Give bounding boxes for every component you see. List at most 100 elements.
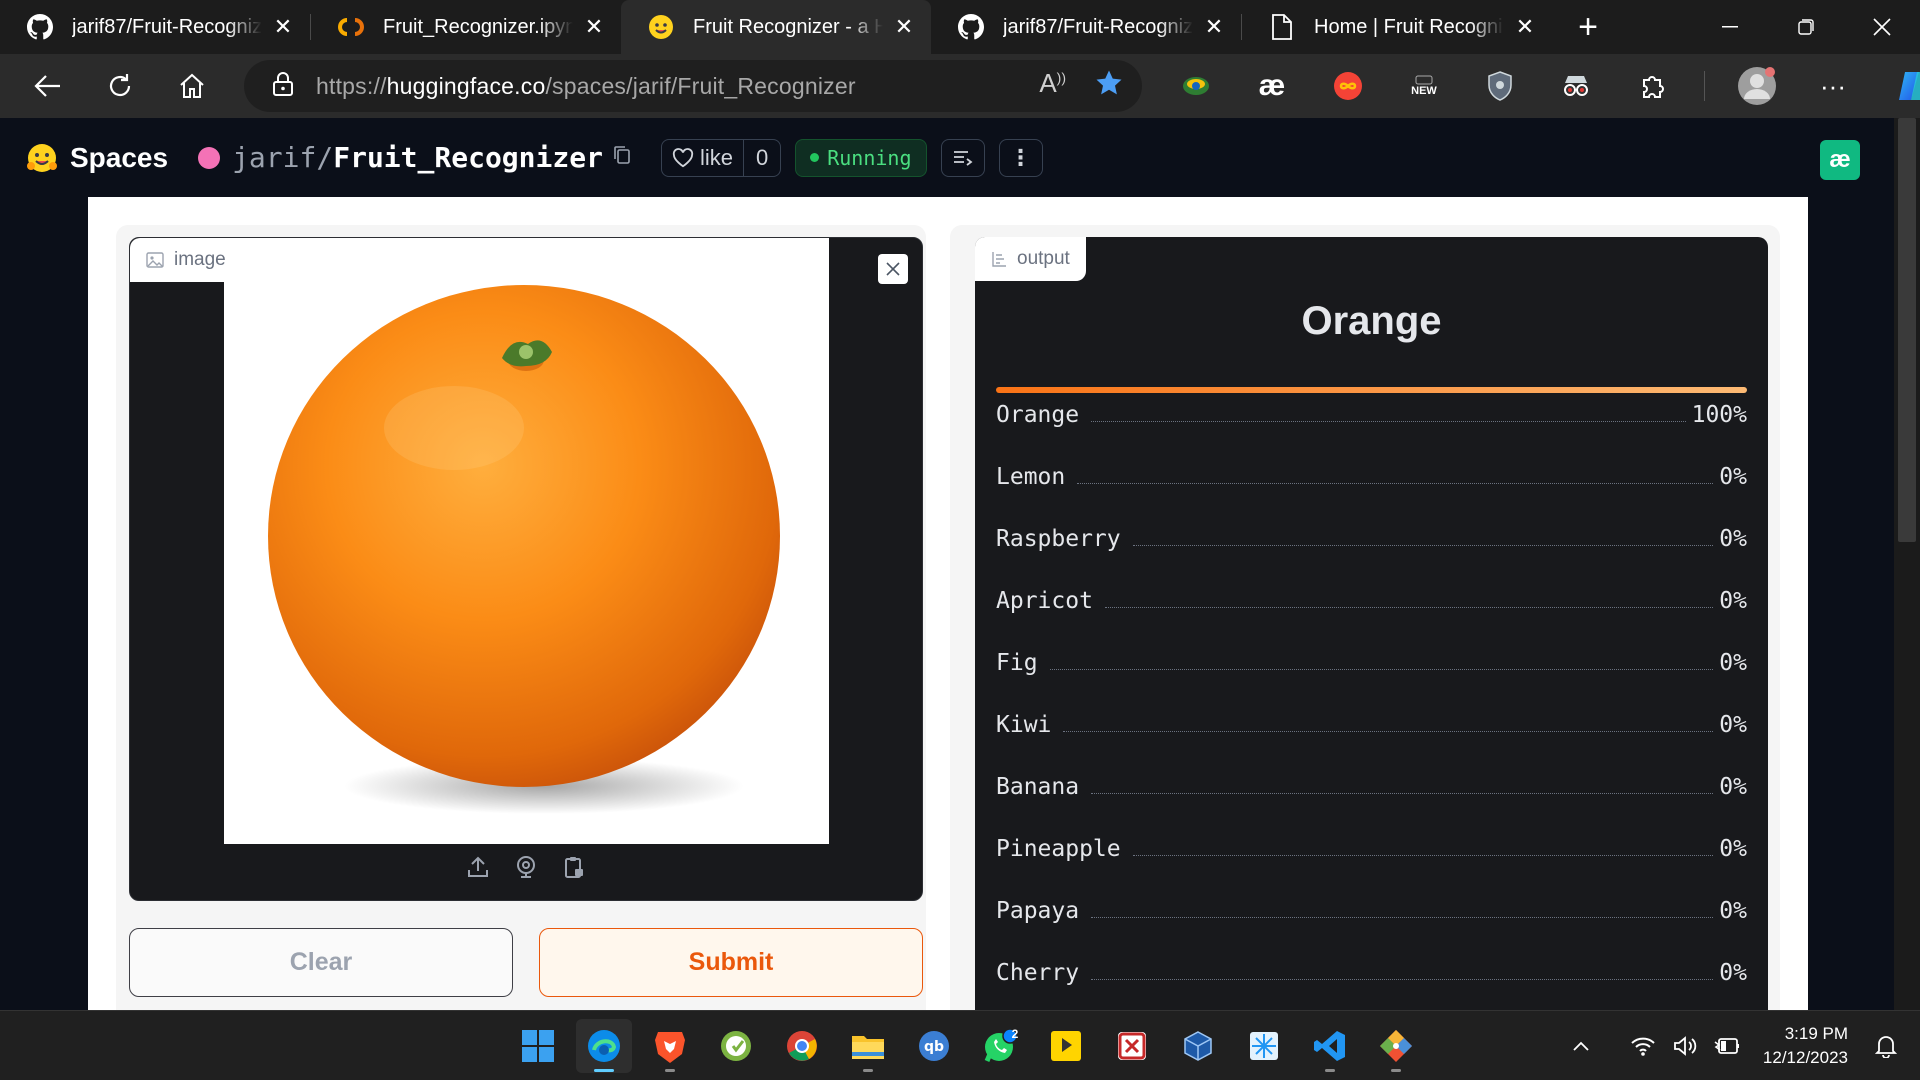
top-prediction: Orange — [1301, 299, 1442, 343]
image-source-toolbar — [130, 854, 922, 880]
refresh-button[interactable] — [96, 62, 144, 110]
ae-extension-badge-icon[interactable]: æ — [1820, 140, 1860, 180]
page-scrollbar[interactable] — [1894, 118, 1920, 1010]
webcam-icon[interactable] — [513, 854, 539, 880]
system-tray: 3:19 PM 12/12/2023 — [1557, 1011, 1920, 1080]
status-badge[interactable]: Running — [795, 138, 927, 177]
logs-button[interactable] — [940, 138, 985, 177]
like-button[interactable]: like — [662, 139, 744, 176]
minimize-button[interactable] — [1692, 0, 1768, 54]
heart-icon — [672, 147, 694, 167]
qbittorrent-icon[interactable]: qb — [906, 1019, 962, 1073]
spaces-home-link[interactable]: Spaces — [26, 142, 168, 174]
potplayer-icon[interactable] — [1038, 1019, 1094, 1073]
url-text[interactable]: https://huggingface.co/spaces/jarif/Frui… — [316, 73, 856, 100]
whatsapp-icon[interactable]: 2 — [972, 1019, 1028, 1073]
infinity-extension-icon[interactable] — [1324, 62, 1372, 110]
confidence-label: Raspberry — [996, 526, 1121, 552]
new-extension-icon[interactable]: NEW — [1400, 62, 1448, 110]
confidence-value: 0% — [1719, 588, 1747, 614]
git-icon[interactable] — [1368, 1019, 1424, 1073]
profile-avatar-icon[interactable] — [1733, 62, 1781, 110]
confidence-bar — [996, 387, 1747, 393]
taskbar-apps: qb 2 — [510, 1019, 1424, 1073]
chrome-icon[interactable] — [774, 1019, 830, 1073]
close-icon[interactable]: ✕ — [270, 14, 296, 40]
space-name-link[interactable]: Fruit_Recognizer — [333, 141, 603, 174]
chromium-icon[interactable] — [708, 1019, 764, 1073]
confidence-row: Papaya 0% — [996, 891, 1747, 953]
read-aloud-icon[interactable]: A)) — [1039, 68, 1066, 103]
maximize-button[interactable] — [1768, 0, 1844, 54]
page-scrollbar-thumb[interactable] — [1898, 118, 1916, 542]
address-bar[interactable]: https://huggingface.co/spaces/jarif/Frui… — [244, 60, 1142, 112]
more-menu-icon[interactable]: ··· — [1809, 62, 1857, 110]
close-icon[interactable]: ✕ — [891, 14, 917, 40]
label-output: output Orange Orange 100% Lemon 0% Raspberry… — [975, 237, 1768, 1010]
spaces-label: Spaces — [70, 141, 169, 173]
space-owner-link[interactable]: jarif — [232, 141, 316, 174]
confidence-row: Kiwi 0% — [996, 705, 1747, 767]
favorite-star-icon[interactable] — [1094, 68, 1124, 103]
brave-icon[interactable] — [642, 1019, 698, 1073]
clock[interactable]: 3:19 PM 12/12/2023 — [1763, 1022, 1848, 1070]
spy-extension-icon[interactable] — [1552, 62, 1600, 110]
huggingface-logo-icon — [27, 143, 57, 172]
browser-tab[interactable]: Fruit_Recognizer.ipynb ✕ — [311, 0, 621, 54]
remove-image-button[interactable] — [878, 254, 908, 284]
more-options-button[interactable]: ⋮ — [998, 138, 1043, 177]
confidence-value: 0% — [1719, 712, 1747, 738]
dotted-leader — [1132, 854, 1714, 856]
confidence-line: Lemon 0% — [996, 457, 1747, 497]
windows-start-icon[interactable] — [510, 1019, 566, 1073]
confidence-value: 0% — [1719, 650, 1747, 676]
clear-button[interactable]: Clear — [129, 928, 513, 997]
orange-image — [268, 285, 780, 814]
path-separator: / — [316, 141, 334, 174]
copilot-icon[interactable] — [1891, 62, 1920, 110]
ae-extension-icon[interactable]: æ — [1248, 62, 1296, 110]
confidence-row: Pineapple 0% — [996, 829, 1747, 891]
confidence-label: Pineapple — [996, 836, 1121, 862]
idm-extension-icon[interactable] — [1172, 62, 1220, 110]
vscode-icon[interactable] — [1302, 1019, 1358, 1073]
new-tab-button[interactable]: + — [1560, 0, 1616, 54]
confidence-value: 100% — [1691, 402, 1747, 428]
battery-charging-icon[interactable] — [1709, 1028, 1745, 1064]
volume-icon[interactable] — [1667, 1028, 1703, 1064]
close-icon[interactable]: ✕ — [581, 14, 607, 40]
window-close-button[interactable] — [1844, 0, 1920, 54]
submit-button[interactable]: Submit — [539, 928, 923, 997]
confidence-line: Raspberry 0% — [996, 519, 1747, 559]
upload-icon[interactable] — [465, 854, 491, 880]
browser-tab-active[interactable]: Fruit Recognizer - a Hu ✕ — [621, 0, 931, 54]
extensions-puzzle-icon[interactable] — [1628, 62, 1676, 110]
copy-icon[interactable] — [613, 145, 631, 170]
confidence-label: Orange — [996, 402, 1080, 428]
shield-extension-icon[interactable] — [1476, 62, 1524, 110]
virtualbox-icon[interactable] — [1170, 1019, 1226, 1073]
browser-tab[interactable]: jarif87/Fruit-Recognize ✕ — [0, 0, 310, 54]
snipping-icon[interactable] — [1236, 1019, 1292, 1073]
close-icon[interactable]: ✕ — [1201, 14, 1227, 40]
toolbar-divider — [1704, 71, 1705, 101]
lock-icon[interactable] — [272, 71, 294, 102]
browser-tab[interactable]: Home | Fruit Recognize ✕ — [1242, 0, 1552, 54]
back-button[interactable] — [24, 62, 72, 110]
chevron-up-icon[interactable] — [1563, 1028, 1599, 1064]
wifi-icon[interactable] — [1625, 1028, 1661, 1064]
owner-avatar[interactable] — [198, 146, 221, 169]
clipboard-icon[interactable] — [561, 854, 587, 880]
active-indicator — [594, 1069, 614, 1072]
home-button[interactable] — [168, 62, 216, 110]
notification-bell-icon[interactable] — [1868, 1028, 1904, 1064]
winrar-icon[interactable] — [1104, 1019, 1160, 1073]
url-host: huggingface.co — [386, 72, 546, 99]
image-input[interactable]: image — [129, 237, 923, 901]
browser-tab[interactable]: jarif87/Fruit-Recognize ✕ — [931, 0, 1241, 54]
close-icon[interactable]: ✕ — [1512, 14, 1538, 40]
edge-icon[interactable] — [576, 1019, 632, 1073]
tab-title: Fruit Recognizer - a Hu — [693, 15, 883, 38]
browser-toolbar: https://huggingface.co/spaces/jarif/Frui… — [0, 54, 1920, 118]
file-explorer-icon[interactable] — [840, 1019, 896, 1073]
